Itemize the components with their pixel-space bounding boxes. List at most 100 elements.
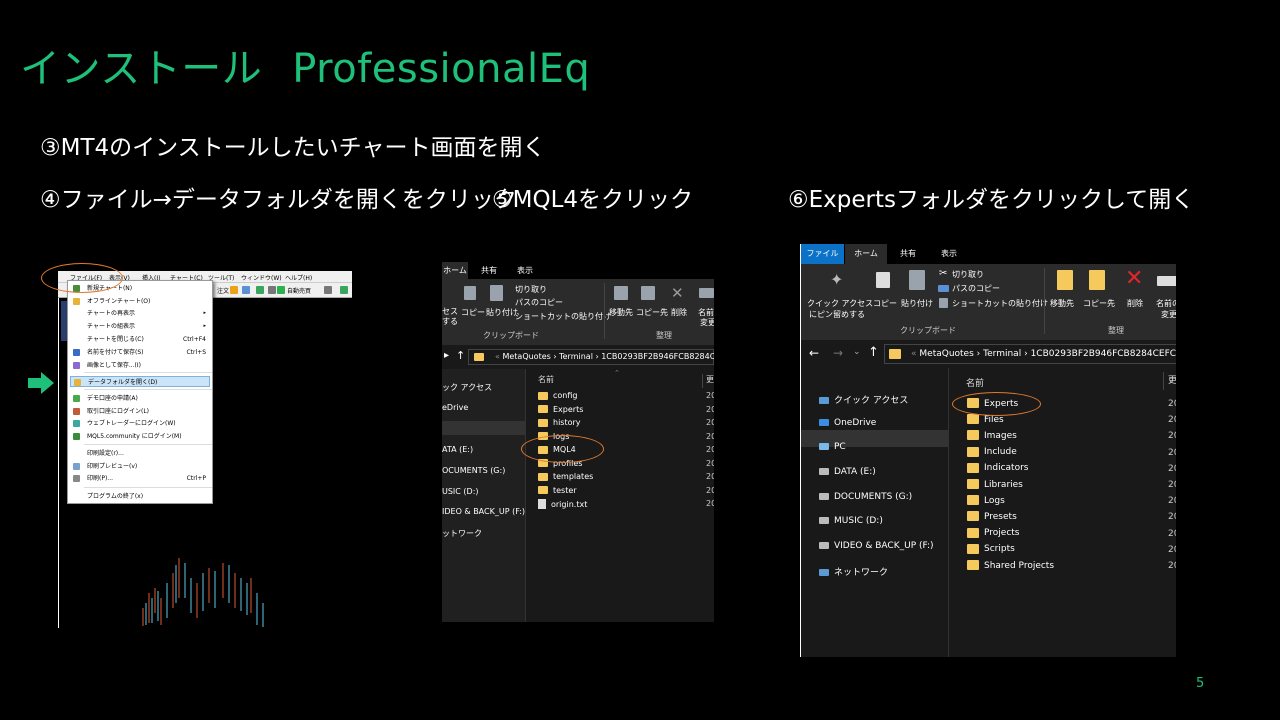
move-to-button[interactable]: 移動先 <box>609 307 633 318</box>
folder-list-item[interactable]: Presets <box>967 511 1017 522</box>
tab-home[interactable]: ホーム <box>845 244 887 264</box>
folder-list-item[interactable]: Scripts <box>967 543 1015 554</box>
menu-item[interactable]: チャートを閉じる(C) Ctrl+F4 <box>70 334 210 345</box>
nav-item[interactable]: PC <box>819 442 846 452</box>
breadcrumb-metaquotes[interactable]: MetaQuotes <box>919 349 973 359</box>
copy-button[interactable]: コピー <box>461 307 485 318</box>
up-arrow-icon[interactable]: ↑ <box>456 349 465 362</box>
recent-dropdown-icon[interactable]: ⌄ <box>853 347 861 357</box>
paste-button[interactable]: 貼り付け <box>486 307 518 318</box>
toolbar-plus-icon[interactable] <box>340 286 348 294</box>
menu-item[interactable]: 印刷設定(r)... <box>70 448 210 459</box>
nav-item[interactable]: MUSIC (D:) <box>819 516 883 526</box>
nav-back-fragment[interactable]: ▸ <box>444 350 449 361</box>
move-to-button[interactable]: 移動先 <box>1050 298 1074 309</box>
copy-path-button[interactable]: パスのコピー <box>952 283 1000 294</box>
nav-quick-access[interactable]: ック アクセス <box>442 382 492 393</box>
menu-item[interactable]: 印刷(P)... Ctrl+P <box>70 473 210 484</box>
column-header-name[interactable]: 名前 <box>538 374 554 385</box>
address-bar[interactable]: « MetaQuotes › Terminal › 1CB0293BF2B946… <box>884 344 1176 364</box>
toolbar-period-icon[interactable] <box>324 286 332 294</box>
toolbar-globe-icon[interactable] <box>256 286 264 294</box>
autotrade-button-label[interactable]: 自動売買 <box>287 286 311 295</box>
nav-item[interactable]: DOCUMENTS (G:) <box>819 492 912 502</box>
rename-button[interactable]: 名前の <box>1156 298 1176 309</box>
menu-item[interactable]: オフラインチャート(O) <box>70 296 210 307</box>
column-header-name[interactable]: 名前 <box>966 376 984 389</box>
tab-file[interactable]: ファイル <box>801 244 844 264</box>
paste-shortcut-button[interactable]: ショートカットの貼り付け <box>515 311 611 322</box>
tab-home[interactable]: ホーム <box>442 262 468 279</box>
menu-item[interactable]: ウェブトレーダーにログイン(W) <box>70 418 210 429</box>
copy-path-button[interactable]: パスのコピー <box>515 297 563 308</box>
mt4-menu-help[interactable]: ヘルプ(H) <box>285 273 312 282</box>
copy-button[interactable]: コピー <box>873 298 897 309</box>
tab-view[interactable]: 表示 <box>929 244 969 264</box>
nav-item[interactable]: DATA (E:) <box>819 467 876 477</box>
file-list-item[interactable]: origin.txt <box>538 499 587 509</box>
menu-item[interactable]: MQL5.community にログイン(M) <box>70 431 210 442</box>
nav-item[interactable]: OneDrive <box>819 418 876 428</box>
folder-list-item[interactable]: Indicators <box>967 462 1028 473</box>
toolbar-diamond-icon[interactable] <box>230 286 238 294</box>
copy-to-button[interactable]: コピー先 <box>636 307 668 318</box>
nav-drive-data[interactable]: ATA (E:) <box>442 445 473 454</box>
pin-quick-access-button[interactable]: クイック アクセス <box>807 298 873 309</box>
nav-item[interactable]: ネットワーク <box>819 565 888 578</box>
file-list-item[interactable]: tester <box>538 486 577 495</box>
file-list-item[interactable]: templates <box>538 472 593 481</box>
up-arrow-icon[interactable]: ↑ <box>868 345 879 360</box>
toolbar-navigator-icon[interactable] <box>242 286 250 294</box>
paste-shortcut-button[interactable]: ショートカットの貼り付け <box>952 298 1048 309</box>
mt4-menu-window[interactable]: ウィンドウ(W) <box>241 273 282 282</box>
nav-drive-music[interactable]: USIC (D:) <box>442 487 479 496</box>
breadcrumb-terminal-id[interactable]: 1CB0293BF2B946FCB8284CEFC01AD <box>1031 349 1176 359</box>
folder-list-item[interactable]: Projects <box>967 527 1019 538</box>
menu-item[interactable]: デモ口座の申請(A) <box>70 393 210 404</box>
menu-item[interactable]: 名前を付けて保存(S) Ctrl+S <box>70 347 210 358</box>
breadcrumb-terminal-id[interactable]: 1CB0293BF2B946FCB8284CEFC01AD <box>601 352 714 361</box>
toolbar-terminal-icon[interactable] <box>268 286 276 294</box>
file-list-item[interactable]: Experts <box>538 405 583 414</box>
autotrade-icon[interactable] <box>277 286 285 294</box>
folder-list-item[interactable]: Include <box>967 446 1017 457</box>
address-overflow[interactable]: « <box>495 352 500 361</box>
folder-list-item[interactable]: Logs <box>967 495 1005 506</box>
column-header-date[interactable]: 更 <box>1163 372 1176 390</box>
file-list-item[interactable]: config <box>538 391 577 400</box>
breadcrumb-metaquotes[interactable]: MetaQuotes <box>502 352 550 361</box>
delete-button[interactable]: 削除 <box>671 307 687 318</box>
forward-arrow-icon[interactable]: → <box>833 346 843 360</box>
cut-button[interactable]: 切り取り <box>515 284 547 295</box>
menu-item[interactable]: チャートの再表示 ▸ <box>70 308 210 319</box>
menu-item[interactable]: 取引口座にログイン(L) <box>70 406 210 417</box>
nav-item[interactable]: クイック アクセス <box>819 393 908 406</box>
file-list-item[interactable]: history <box>538 418 581 427</box>
tab-share[interactable]: 共有 <box>887 244 929 264</box>
column-header-date[interactable]: 更 <box>702 374 714 388</box>
menu-item[interactable]: チャートの組表示 ▸ <box>70 321 210 332</box>
folder-list-item[interactable]: Libraries <box>967 479 1023 490</box>
folder-list-item[interactable]: Shared Projects <box>967 560 1054 571</box>
menu-item[interactable]: 画像として保存...(I) <box>70 360 210 371</box>
menu-item[interactable]: 印刷プレビュー(v) <box>70 461 210 472</box>
tab-share[interactable]: 共有 <box>476 262 502 279</box>
paste-button[interactable]: 貼り付け <box>901 298 933 309</box>
tab-view[interactable]: 表示 <box>510 262 540 279</box>
menu-item[interactable]: プログラムの終了(x) <box>70 491 210 502</box>
nav-pc[interactable] <box>442 421 526 435</box>
nav-onedrive[interactable]: eDrive <box>442 403 468 412</box>
back-arrow-icon[interactable]: ← <box>809 346 819 360</box>
nav-item[interactable]: VIDEO & BACK_UP (F:) <box>819 541 934 551</box>
nav-drive-documents[interactable]: OCUMENTS (G:) <box>442 466 505 475</box>
menu-item-open-data-folder[interactable]: データフォルダを開く(D) <box>70 376 210 387</box>
copy-to-button[interactable]: コピー先 <box>1083 298 1115 309</box>
breadcrumb-terminal[interactable]: Terminal <box>983 349 1021 359</box>
cut-button[interactable]: 切り取り <box>952 269 984 280</box>
breadcrumb-terminal[interactable]: Terminal <box>559 352 593 361</box>
nav-network[interactable]: ットワーク <box>442 528 482 539</box>
nav-drive-video[interactable]: IDEO & BACK_UP (F:) <box>442 507 525 516</box>
address-overflow[interactable]: « <box>911 349 917 359</box>
delete-button[interactable]: 削除 <box>1127 298 1143 309</box>
address-bar[interactable]: « MetaQuotes › Terminal › 1CB0293BF2B946… <box>468 349 714 365</box>
